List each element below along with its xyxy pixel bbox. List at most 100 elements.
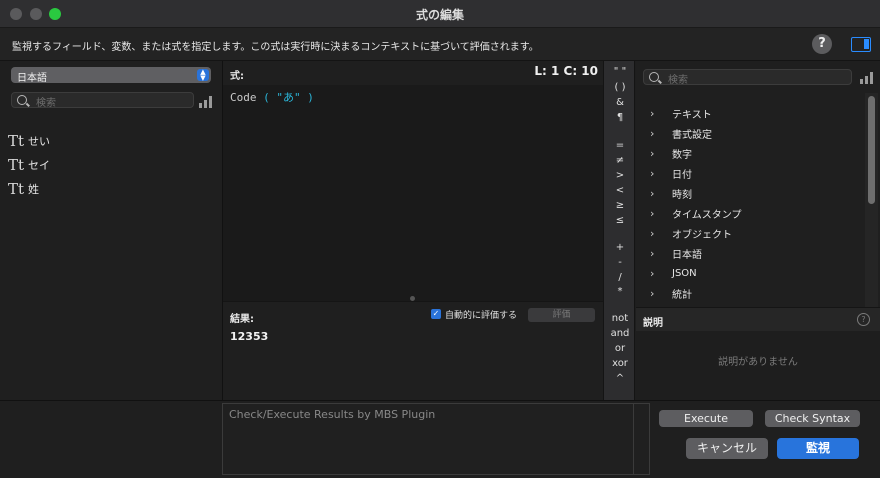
execute-button[interactable]: Execute (659, 410, 753, 427)
operator-power[interactable]: ^ (604, 373, 636, 384)
text-field-icon: Tt (8, 180, 25, 198)
category-label: JSON (672, 267, 697, 279)
operator-xor[interactable]: xor (604, 358, 636, 369)
category-item[interactable]: › 日本語 (650, 243, 742, 263)
mbs-results-placeholder: Check/Execute Results by MBS Plugin (229, 408, 436, 421)
chevron-right-icon: › (650, 226, 655, 240)
category-label: 時刻 (672, 189, 692, 201)
sort-bars-icon[interactable] (199, 96, 213, 108)
chevron-right-icon: › (650, 186, 655, 200)
field-name: せい (28, 135, 50, 148)
result-label: 結果: (230, 314, 254, 325)
title-bar: 式の編集 (0, 0, 880, 28)
code-function: Code (230, 91, 257, 104)
chevron-right-icon: › (650, 286, 655, 300)
operator-divide[interactable]: / (604, 272, 636, 283)
category-item[interactable]: › 統計 (650, 283, 742, 303)
check-syntax-button[interactable]: Check Syntax (765, 410, 860, 427)
category-label: オブジェクト (672, 229, 732, 241)
operator-equal[interactable]: = (604, 140, 636, 151)
field-name: セイ (28, 159, 50, 172)
mbs-results-field[interactable]: Check/Execute Results by MBS Plugin (222, 403, 650, 475)
field-search-placeholder: 検索 (36, 98, 56, 109)
operator-minus[interactable]: - (604, 257, 636, 268)
field-search-input[interactable]: 検索 (11, 92, 194, 109)
function-search-input[interactable]: 検索 (643, 69, 852, 86)
chevron-right-icon: › (650, 146, 655, 160)
category-item[interactable]: › タイムスタンプ (650, 203, 742, 223)
result-value: 12353 (230, 330, 269, 343)
ok-button[interactable]: 監視 (777, 438, 859, 459)
chevron-right-icon: › (650, 126, 655, 140)
field-item[interactable]: Tt 姓 (8, 177, 50, 201)
chevron-updown-icon: ▲ ▼ (197, 69, 209, 82)
operator-not-equal[interactable]: ≠ (604, 155, 636, 166)
sort-bars-icon[interactable] (860, 72, 874, 84)
category-label: テキスト (672, 109, 712, 121)
formula-code[interactable]: Code ( "あ" ) (230, 89, 314, 105)
operator-less-equal[interactable]: ≤ (604, 215, 636, 226)
operator-and[interactable]: and (604, 328, 636, 339)
description-label: 説明 (643, 318, 663, 329)
description-help-icon[interactable]: ? (857, 313, 870, 326)
operator-ampersand[interactable]: & (604, 97, 636, 108)
scrollbar-thumb[interactable] (868, 96, 875, 204)
chevron-right-icon: › (650, 246, 655, 260)
operator-less[interactable]: < (604, 185, 636, 196)
result-pane: 結果: ✓ 自動的に評価する 評価 12353 (223, 301, 603, 400)
field-item[interactable]: Tt セイ (8, 153, 50, 177)
search-icon (17, 95, 27, 105)
functions-pane: 検索 › テキスト › 書式設定 › 数字 › 日付 › 時刻 › タイムスタンプ › オブジ… (636, 61, 880, 400)
context-select[interactable]: 日本語 ▲ ▼ (11, 67, 211, 84)
category-item[interactable]: › 書式設定 (650, 123, 742, 143)
operator-greater[interactable]: > (604, 170, 636, 181)
formula-header: 式: L: 1 C: 10 (223, 61, 603, 85)
category-item[interactable]: › テキスト (650, 103, 742, 123)
fields-pane: 日本語 ▲ ▼ 検索 Tt せい Tt セイ Tt 姓 (0, 61, 223, 400)
function-list-scrollbar[interactable] (865, 93, 878, 307)
operator-plus[interactable]: + (604, 242, 636, 253)
window-title: 式の編集 (415, 8, 464, 22)
info-text: 監視するフィールド、変数、または式を指定します。この式は実行時に決まるコンテキス… (12, 42, 539, 53)
category-label: 書式設定 (672, 129, 712, 141)
field-name: 姓 (28, 183, 39, 196)
description-body: 説明がありません (636, 331, 880, 400)
function-category-list: › テキスト › 書式設定 › 数字 › 日付 › 時刻 › タイムスタンプ › オブジェクト… (650, 103, 742, 303)
auto-evaluate-label[interactable]: 自動的に評価する (445, 308, 517, 321)
sidebar-toggle-icon[interactable] (851, 37, 871, 52)
chevron-right-icon: › (650, 166, 655, 180)
formula-editor[interactable]: 式: L: 1 C: 10 Code ( "あ" ) (223, 61, 603, 296)
text-field-icon: Tt (8, 156, 25, 174)
category-label: 統計 (672, 289, 692, 301)
function-search-placeholder: 検索 (668, 75, 688, 86)
operators-panel: " " ( ) & ¶ = ≠ > < ≥ ≤ + - / * not and … (603, 61, 635, 400)
field-item[interactable]: Tt せい (8, 129, 50, 153)
auto-evaluate-checkbox[interactable]: ✓ (431, 309, 441, 319)
category-item[interactable]: › 時刻 (650, 183, 742, 203)
search-icon (649, 72, 659, 82)
help-button[interactable]: ? (812, 34, 832, 54)
category-label: 数字 (672, 149, 692, 161)
operator-multiply[interactable]: * (604, 286, 636, 297)
category-item[interactable]: › 日付 (650, 163, 742, 183)
text-field-icon: Tt (8, 132, 25, 150)
operator-not[interactable]: not (604, 313, 636, 324)
cursor-position: L: 1 C: 10 (534, 64, 598, 78)
category-label: 日本語 (672, 249, 702, 261)
operator-parentheses[interactable]: ( ) (604, 82, 636, 93)
category-item[interactable]: › オブジェクト (650, 223, 742, 243)
operator-pilcrow[interactable]: ¶ (604, 112, 636, 123)
description-header: 説明 ? (636, 307, 880, 331)
category-item[interactable]: › 数字 (650, 143, 742, 163)
operator-greater-equal[interactable]: ≥ (604, 200, 636, 211)
field-list: Tt せい Tt セイ Tt 姓 (8, 129, 50, 201)
mbs-results-scrollbar[interactable] (633, 404, 634, 474)
info-bar: 監視するフィールド、変数、または式を指定します。この式は実行時に決まるコンテキス… (0, 28, 880, 61)
operator-or[interactable]: or (604, 343, 636, 354)
cancel-button[interactable]: キャンセル (686, 438, 768, 459)
category-item[interactable]: › JSON (650, 263, 742, 283)
chevron-right-icon: › (650, 206, 655, 220)
bottom-bar: Check/Execute Results by MBS Plugin Exec… (0, 400, 880, 478)
operator-quotes[interactable]: " " (604, 66, 636, 77)
evaluate-button[interactable]: 評価 (528, 308, 595, 322)
